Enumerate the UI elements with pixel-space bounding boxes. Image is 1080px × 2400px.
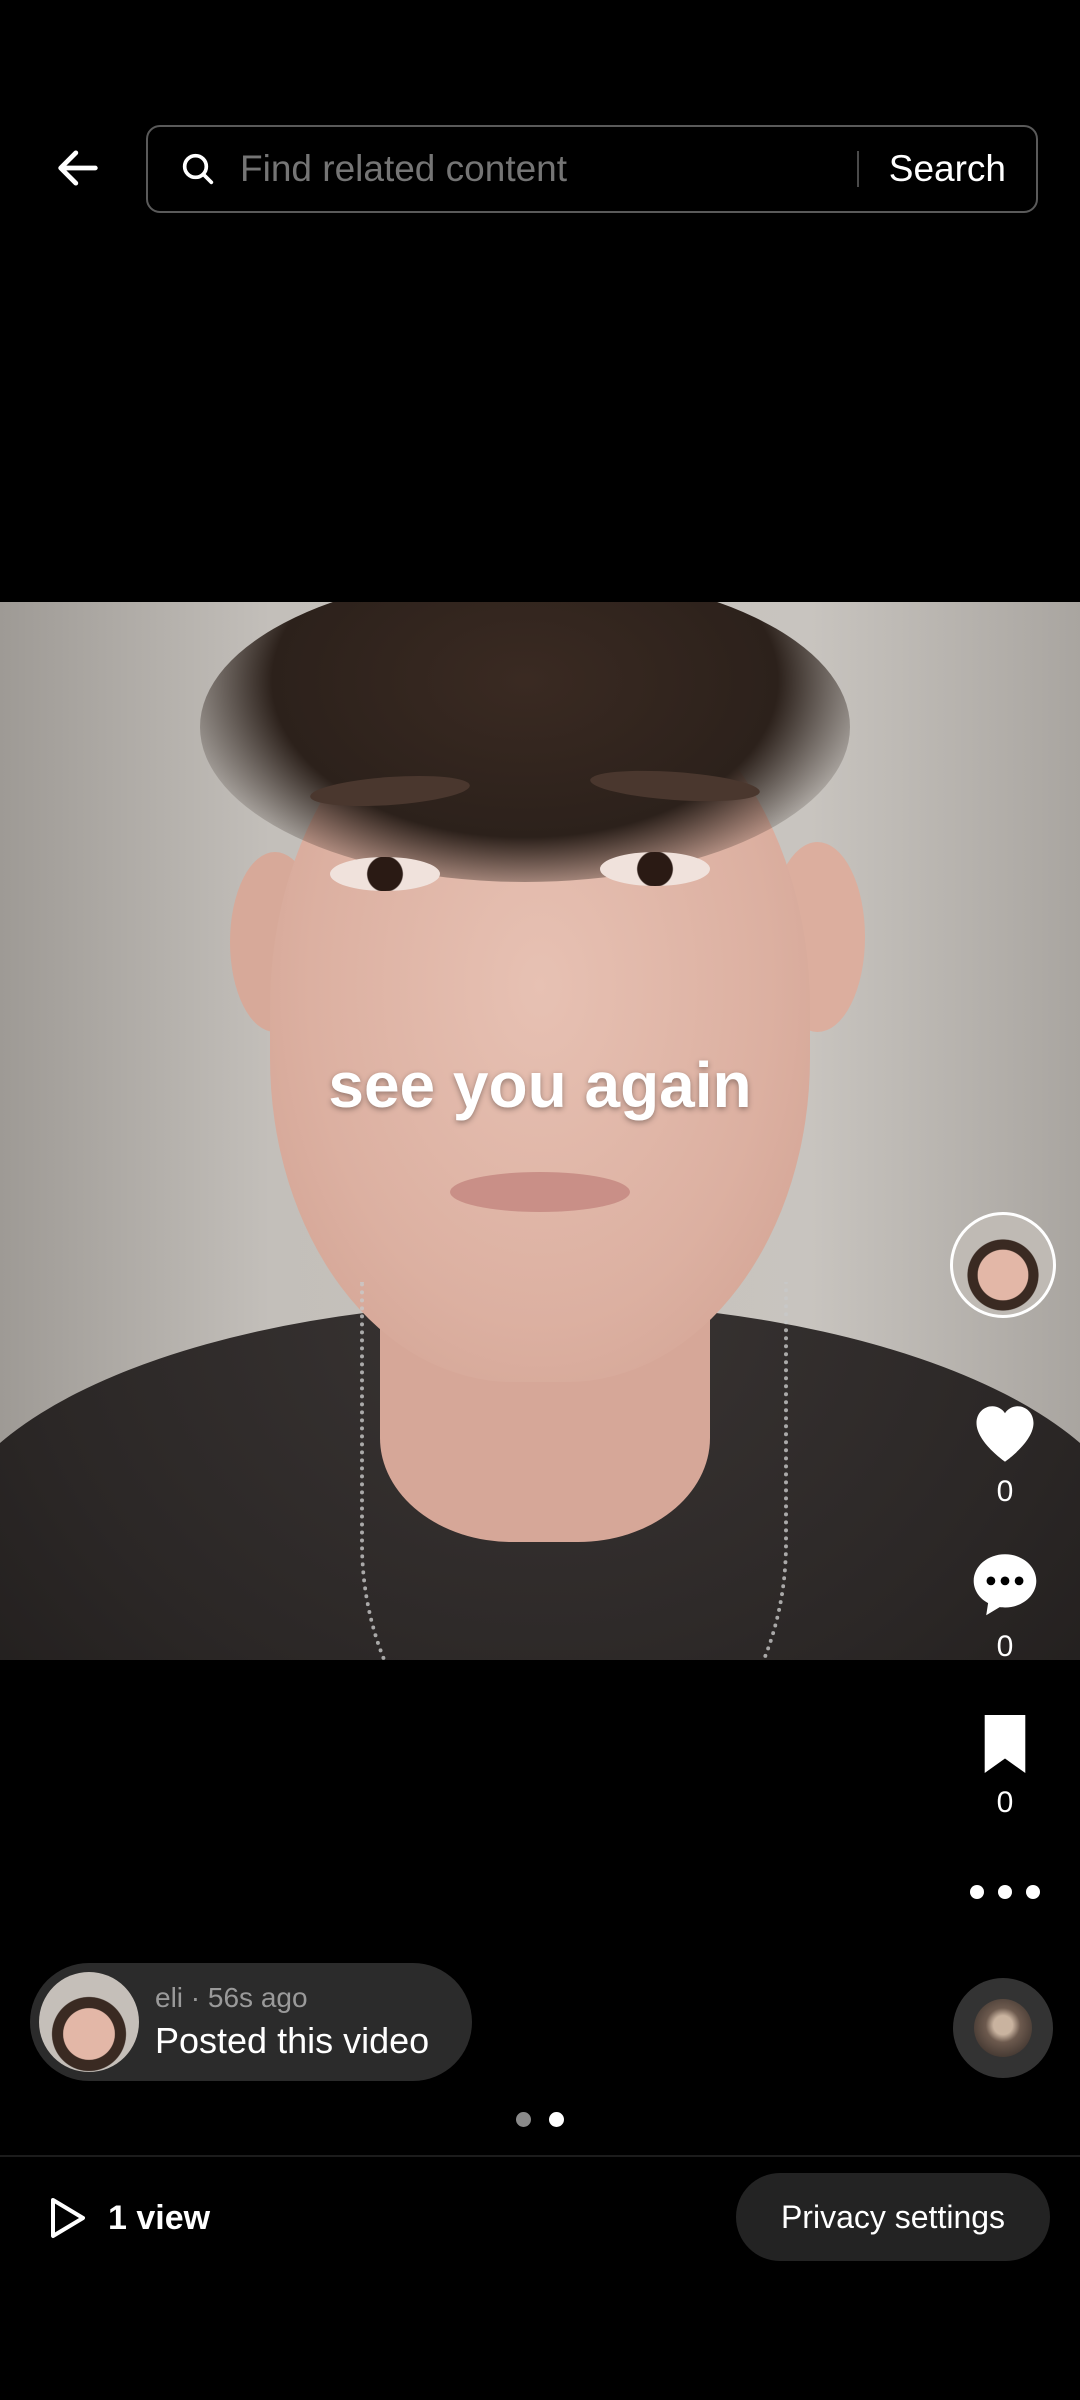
- footer-divider: [0, 2155, 1080, 2157]
- comment-button[interactable]: 0: [955, 1548, 1055, 1664]
- posted-by-text: eli · 56s ago Posted this video: [155, 1982, 429, 2062]
- back-arrow-icon: [58, 150, 98, 186]
- video-detail-screen: Search see you again 0 0: [0, 0, 1080, 2400]
- comment-icon: [973, 1554, 1037, 1616]
- music-disc-icon[interactable]: [953, 1978, 1053, 2078]
- back-button[interactable]: [40, 130, 116, 206]
- video-mouth: [450, 1172, 630, 1212]
- posted-action-label: Posted this video: [155, 2020, 430, 2061]
- posted-by-chip[interactable]: eli · 56s ago Posted this video: [30, 1963, 472, 2081]
- like-count: 0: [996, 1475, 1014, 1508]
- search-divider: [856, 151, 859, 187]
- play-icon: [51, 2198, 85, 2238]
- page-dot-active: [549, 2112, 564, 2127]
- search-button[interactable]: Search: [889, 148, 1006, 190]
- heart-icon: [976, 1406, 1034, 1462]
- comment-count: 0: [996, 1630, 1014, 1663]
- privacy-settings-button[interactable]: Privacy settings: [736, 2173, 1050, 2261]
- poster-meta: eli · 56s ago: [155, 1982, 308, 2013]
- more-icon: [970, 1885, 984, 1899]
- search-bar[interactable]: Search: [146, 125, 1038, 213]
- save-count: 0: [996, 1786, 1014, 1819]
- page-indicator: [516, 2112, 564, 2127]
- video-caption-overlay: see you again: [328, 1049, 752, 1121]
- video-necklace: [360, 1282, 788, 1660]
- more-icon-dot: [998, 1885, 1012, 1899]
- video-player[interactable]: [0, 602, 1080, 1660]
- save-button[interactable]: 0: [955, 1712, 1055, 1820]
- views-indicator[interactable]: 1 view: [46, 2190, 210, 2246]
- more-options-button[interactable]: [970, 1872, 1040, 1912]
- video-eye-left: [330, 857, 440, 891]
- search-input[interactable]: [238, 147, 857, 191]
- creator-avatar-button[interactable]: [950, 1212, 1056, 1318]
- poster-avatar: [39, 1972, 139, 2072]
- video-eye-right: [600, 852, 710, 886]
- page-dot: [516, 2112, 531, 2127]
- like-button[interactable]: 0: [955, 1395, 1055, 1509]
- search-icon: [176, 147, 220, 191]
- music-cover: [974, 1999, 1032, 2057]
- views-count: 1 view: [108, 2198, 211, 2237]
- more-icon-dot: [1026, 1885, 1040, 1899]
- bookmark-icon: [984, 1715, 1026, 1773]
